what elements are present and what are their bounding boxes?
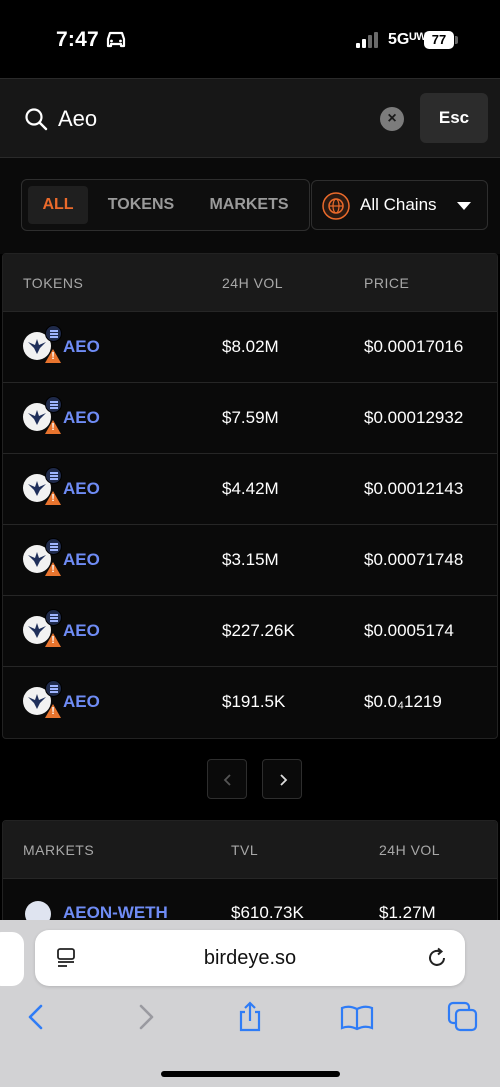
solana-icon (45, 609, 62, 626)
tokens-table: TOKENS 24H VOL PRICE ! AEO $8.02M $0.000170… (2, 253, 498, 739)
token-price: $0.00012932 (364, 408, 464, 427)
type-tabs: ALL TOKENS MARKETS (21, 179, 310, 231)
token-24h-vol: $191.5K (222, 692, 286, 711)
token-symbol[interactable]: AEO (63, 692, 100, 712)
forward-icon[interactable] (128, 1000, 162, 1034)
car-icon (106, 31, 126, 48)
col-24h-vol: 24H VOL (222, 275, 284, 291)
col-tokens: TOKENS (23, 275, 84, 291)
globe-icon (322, 192, 350, 220)
chevron-left-icon (223, 774, 231, 786)
col-tvl: TVL (231, 842, 259, 858)
token-symbol[interactable]: AEO (63, 408, 100, 428)
warning-mark: ! (51, 706, 55, 717)
token-24h-vol: $227.26K (222, 621, 295, 640)
tab-all[interactable]: ALL (28, 186, 88, 224)
solana-icon (45, 467, 62, 484)
caret-down-icon (457, 202, 471, 210)
token-symbol[interactable]: AEO (63, 621, 100, 641)
back-icon[interactable] (20, 1000, 54, 1034)
search-input[interactable] (58, 101, 358, 137)
token-symbol[interactable]: AEO (63, 479, 100, 499)
search-header: × Esc (0, 78, 500, 158)
token-symbol[interactable]: AEO (63, 337, 100, 357)
token-row[interactable]: ! AEO $8.02M $0.00017016 (3, 312, 497, 383)
token-row[interactable]: ! AEO $7.59M $0.00012932 (3, 383, 497, 454)
next-page-button[interactable] (262, 759, 302, 799)
token-24h-vol: $4.42M (222, 479, 279, 498)
solana-icon (45, 680, 62, 697)
token-price: $0.00071748 (364, 550, 464, 569)
warning-mark: ! (51, 422, 55, 433)
tab-tokens[interactable]: TOKENS (100, 186, 182, 224)
reload-icon[interactable] (425, 946, 449, 970)
warning-mark: ! (51, 493, 55, 504)
solana-icon (45, 396, 62, 413)
token-price: $0.0₄1219 (364, 692, 442, 711)
url-text: birdeye.so (203, 947, 297, 969)
token-24h-vol: $3.15M (222, 550, 279, 569)
tab-markets[interactable]: MARKETS (198, 186, 300, 224)
prev-page-button[interactable] (207, 759, 247, 799)
status-bar: 7:47 5Gᵁᵂ 77 (0, 0, 500, 78)
token-price: $0.00017016 (364, 337, 464, 356)
bookmarks-icon[interactable] (340, 1000, 374, 1034)
col-markets: MARKETS (23, 842, 95, 858)
token-row[interactable]: ! AEO $227.26K $0.0005174 (3, 596, 497, 667)
warning-mark: ! (51, 635, 55, 646)
battery-level: 77 (424, 31, 454, 49)
token-symbol[interactable]: AEO (63, 550, 100, 570)
token-24h-vol: $8.02M (222, 337, 279, 356)
browser-toolbar: birdeye.so (0, 920, 500, 1087)
tabs-icon[interactable] (446, 1000, 480, 1034)
network-label: 5Gᵁᵂ (388, 31, 427, 48)
warning-mark: ! (51, 351, 55, 362)
solana-icon (45, 325, 62, 342)
clear-icon[interactable]: × (380, 107, 404, 131)
token-row[interactable]: ! AEO $191.5K $0.0₄1219 (3, 667, 497, 738)
token-price: $0.0005174 (364, 621, 454, 640)
home-indicator (161, 1071, 340, 1077)
token-24h-vol: $7.59M (222, 408, 279, 427)
signal-icon (356, 32, 378, 48)
token-price: $0.00012143 (364, 479, 464, 498)
share-icon[interactable] (233, 1000, 267, 1034)
previous-tab-peek[interactable] (0, 932, 24, 986)
chain-select-label: All Chains (360, 195, 437, 214)
token-row[interactable]: ! AEO $3.15M $0.00071748 (3, 525, 497, 596)
search-icon (25, 108, 48, 131)
col-price: PRICE (364, 275, 410, 291)
col-market-vol: 24H VOL (379, 842, 441, 858)
markets-table-header: MARKETS TVL 24H VOL (3, 821, 497, 879)
filter-bar: ALL TOKENS MARKETS All Chains (0, 158, 500, 254)
pagination (0, 759, 500, 799)
chevron-right-icon (280, 774, 288, 786)
solana-icon (45, 538, 62, 555)
warning-mark: ! (51, 564, 55, 575)
tokens-table-header: TOKENS 24H VOL PRICE (3, 254, 497, 312)
chain-select[interactable]: All Chains (311, 180, 488, 230)
status-time: 7:47 (56, 28, 99, 51)
address-bar[interactable]: birdeye.so (35, 930, 465, 986)
token-row[interactable]: ! AEO $4.42M $0.00012143 (3, 454, 497, 525)
esc-button[interactable]: Esc (420, 93, 488, 143)
battery-tip (455, 36, 458, 44)
